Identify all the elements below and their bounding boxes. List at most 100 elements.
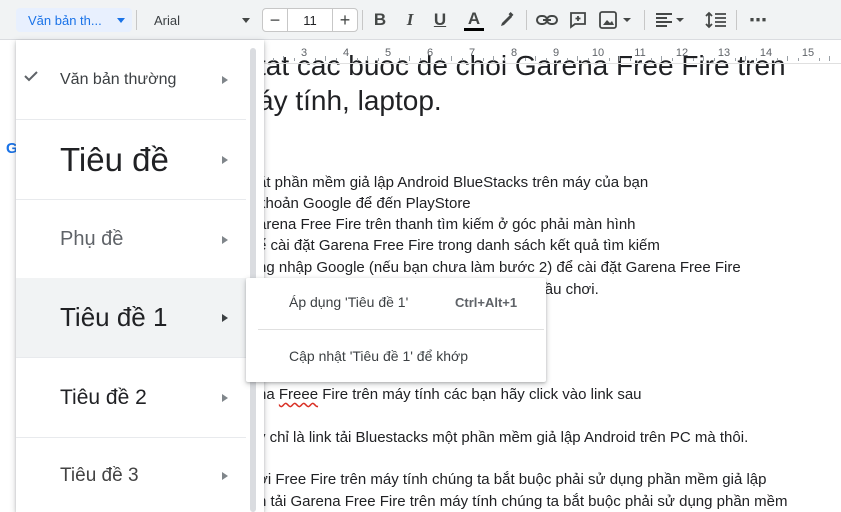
style-item-normal-text[interactable]: Văn bản thường (16, 40, 246, 120)
bold-icon: B (373, 10, 387, 29)
doc-text-line: ặt phần mềm giả lập Android BlueStacks t… (258, 174, 649, 191)
doc-text-line: ng nhập Google (nếu bạn chưa làm bước 2)… (258, 259, 741, 276)
misspelled-word[interactable]: Freee (279, 386, 318, 403)
paragraph-style-value: Văn bản th... (28, 12, 102, 28)
ruler-tick (314, 58, 316, 61)
apply-heading-1-item[interactable]: Áp dụng 'Tiêu đề 1' Ctrl+Alt+1 (246, 280, 546, 324)
doc-text-line: ể cài đặt Garena Free Fire trong danh sá… (258, 237, 660, 254)
ruler-number: 4 (342, 47, 350, 59)
line-spacing-button[interactable] (704, 8, 728, 32)
doc-text-line: khoản Google để đến PlayStore (258, 195, 471, 212)
ruler-number: 12 (675, 47, 689, 59)
text-color-icon: A (467, 8, 481, 28)
ruler-tick (703, 56, 704, 61)
font-size-input[interactable]: 11 (287, 9, 333, 31)
style-item-heading-3[interactable]: Tiêu đề 3 (16, 436, 246, 512)
ruler-tick (818, 58, 820, 61)
increase-font-size-button[interactable]: + (333, 9, 357, 31)
chevron-right-icon (222, 155, 228, 164)
style-item-heading-2[interactable]: Tiêu đề 2 (16, 358, 246, 438)
style-item-subtitle[interactable]: Phụ đề (16, 200, 246, 280)
ruler-number: 3 (300, 47, 308, 59)
text-color-button[interactable]: A (462, 8, 486, 32)
decrease-font-size-button[interactable]: − (263, 9, 287, 31)
style-item-title[interactable]: Tiêu đề (16, 120, 246, 200)
toolbar-divider (362, 10, 363, 30)
submenu-divider (258, 329, 544, 330)
horizontal-ruler[interactable]: 3 4 5 6 7 8 9 10 11 12 13 14 15 (248, 46, 841, 64)
heading-1-submenu: Áp dụng 'Tiêu đề 1' Ctrl+Alt+1 Cập nhật … (246, 278, 546, 382)
ruler-tick (587, 58, 589, 61)
italic-button[interactable]: I (398, 8, 422, 32)
ruler-tick (409, 56, 410, 61)
more-icon: ⋯ (749, 9, 767, 30)
ruler-tick (524, 58, 526, 61)
style-item-label: Tiêu đề 1 (60, 302, 168, 332)
chevron-right-icon (222, 313, 228, 322)
ruler-tick (545, 58, 547, 61)
line-spacing-icon (705, 11, 726, 29)
bold-button[interactable]: B (368, 8, 392, 32)
ruler-tick (619, 56, 620, 61)
ruler-tick (356, 58, 358, 61)
ruler-tick (493, 56, 494, 61)
ruler-number: 5 (384, 47, 392, 59)
doc-text-line: na Freee Fire trên máy tính các bạn hãy … (258, 386, 642, 403)
ruler-tick (745, 56, 746, 61)
style-item-label: Văn bản thường (60, 70, 177, 88)
apply-heading-1-label: Áp dụng 'Tiêu đề 1' (289, 294, 409, 310)
ruler-number: 15 (801, 47, 815, 59)
document-body[interactable]: tat cac buoc de choi Garena Free Fire tr… (248, 40, 841, 512)
doc-text-line: arena Free Fire trên thanh tìm kiếm ở gó… (258, 216, 636, 233)
toolbar-divider (736, 10, 737, 30)
ruler-tick (335, 58, 337, 61)
paragraph-style-menu: Văn bản thường Tiêu đề Phụ đề Tiêu đề 1 … (16, 40, 264, 512)
chevron-right-icon (222, 235, 228, 244)
font-family-value: Arial (154, 12, 181, 28)
style-item-label: Phụ đề (60, 228, 124, 250)
style-item-heading-1[interactable]: Tiêu đề 1 (16, 278, 246, 358)
ruler-number: 6 (426, 47, 434, 59)
ruler-tick (367, 56, 368, 61)
ruler-tick (787, 56, 788, 61)
update-heading-1-label: Cập nhật 'Tiêu đề 1' để khớp (289, 348, 469, 364)
align-button[interactable] (654, 8, 688, 32)
ruler-tick (398, 58, 400, 61)
ruler-tick (503, 58, 505, 61)
ruler-tick (692, 58, 694, 61)
toolbar-divider (526, 10, 527, 30)
chevron-down-icon (117, 18, 125, 23)
font-family-dropdown[interactable]: Arial (142, 8, 256, 32)
insert-link-button[interactable] (535, 8, 559, 32)
chevron-down-icon (242, 18, 250, 23)
insert-image-button[interactable] (597, 8, 635, 32)
ruler-tick (755, 58, 757, 61)
comment-icon (570, 12, 586, 29)
checkmark-icon (24, 71, 38, 82)
text-color-bar (464, 27, 484, 31)
doc-heading-line-2: áy tính, laptop. (258, 85, 442, 116)
ruler-tick (661, 56, 662, 61)
style-item-label: Tiêu đề 2 (60, 385, 147, 409)
underline-button[interactable]: U (428, 8, 452, 32)
paragraph-style-dropdown[interactable]: Văn bản th... (16, 8, 132, 32)
doc-text-line: n tải Garena Free Fire trên máy tính chú… (258, 493, 788, 510)
chevron-right-icon (222, 75, 228, 84)
insert-comment-button[interactable] (566, 8, 590, 32)
doc-text-line: y chỉ là link tải Bluestacks một phần mề… (258, 429, 749, 446)
ruler-tick (776, 58, 778, 61)
highlight-button[interactable] (495, 8, 519, 32)
more-options-button[interactable]: ⋯ (746, 8, 770, 32)
ruler-tick (461, 58, 463, 61)
doc-text-fragment: Fire trên máy tính các bạn hãy click vào… (318, 386, 642, 403)
image-icon (599, 11, 631, 29)
ruler-tick (283, 56, 284, 61)
ruler-tick (325, 56, 326, 61)
ruler-number: 10 (591, 47, 605, 59)
ruler-number: 13 (717, 47, 731, 59)
ruler-tick (377, 58, 379, 61)
ruler-tick (566, 58, 568, 61)
update-heading-1-item[interactable]: Cập nhật 'Tiêu đề 1' để khớp (246, 334, 546, 378)
ruler-tick (650, 58, 652, 61)
ruler-tick (671, 58, 673, 61)
